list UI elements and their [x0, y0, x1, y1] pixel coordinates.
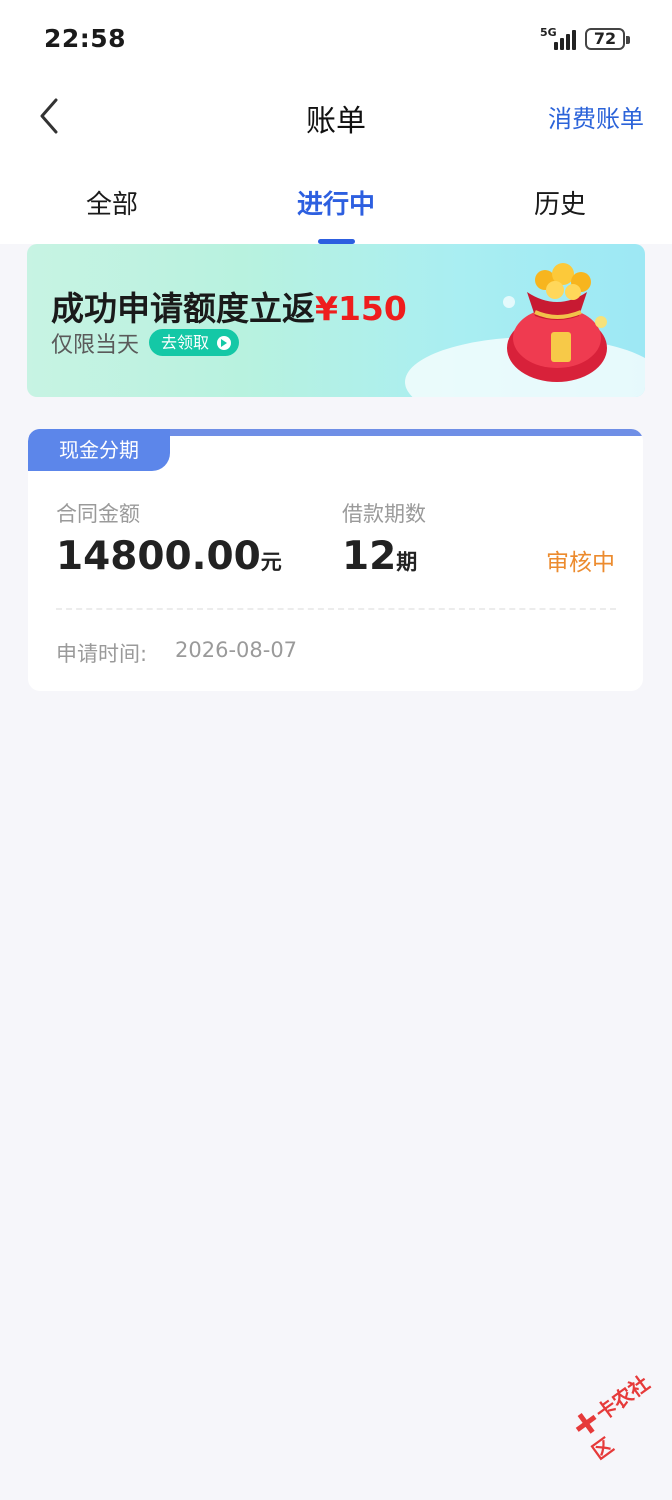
installment-card[interactable]: 现金分期 合同金额 14800.00元 借款期数 12期 审核中 申请时间: 2…: [28, 429, 643, 691]
signal-icon: 5G: [540, 26, 580, 52]
signal-bar: [572, 30, 576, 50]
promo-banner[interactable]: 成功申请额度立返¥150 仅限当天 去领取: [27, 244, 645, 397]
contract-amount-unit: 元: [260, 550, 282, 574]
contract-amount-value: 14800.00: [56, 534, 261, 579]
banner-title-text: 成功申请额度立返: [51, 289, 315, 328]
loan-term-value: 12: [342, 534, 397, 579]
network-type: 5G: [540, 26, 557, 39]
loan-term: 12期: [342, 534, 417, 579]
contract-amount: 14800.00元: [56, 534, 282, 579]
signal-bar: [566, 34, 570, 50]
consumption-bill-link[interactable]: 消费账单: [548, 99, 644, 134]
battery-icon: 72: [585, 28, 630, 50]
community-watermark: 卡农社区: [568, 1357, 672, 1465]
page-title: 账单: [306, 104, 366, 139]
loan-term-unit: 期: [396, 550, 418, 574]
banner-amount: ¥150: [315, 289, 407, 328]
apply-time-label: 申请时间:: [56, 642, 148, 666]
tab-history[interactable]: 历史: [500, 184, 620, 221]
status-time: 22:58: [44, 24, 127, 53]
battery-cap: [626, 36, 630, 44]
tab-all[interactable]: 全部: [52, 184, 172, 221]
apply-time-value: 2026-08-07: [175, 638, 298, 662]
loan-term-label: 借款期数: [342, 502, 426, 526]
arrow-right-icon: [217, 336, 232, 350]
review-status: 审核中: [546, 550, 615, 576]
banner-subtitle: 仅限当天: [51, 333, 140, 358]
lucky-bag-icon: [503, 263, 607, 382]
battery-level: 72: [593, 29, 617, 48]
claim-button[interactable]: 去领取: [149, 329, 240, 356]
contract-amount-label: 合同金额: [56, 502, 140, 526]
watermark-text: 卡农社区: [587, 1370, 655, 1465]
product-tag: 现金分期: [28, 429, 170, 471]
tab-in-progress[interactable]: 进行中: [276, 184, 396, 221]
signal-bar: [560, 38, 564, 50]
back-arrow-icon[interactable]: [34, 96, 68, 136]
claim-button-label: 去领取: [161, 333, 210, 352]
signal-bar: [554, 42, 558, 50]
card-divider: [56, 608, 616, 610]
banner-title: 成功申请额度立返¥150: [51, 282, 407, 330]
